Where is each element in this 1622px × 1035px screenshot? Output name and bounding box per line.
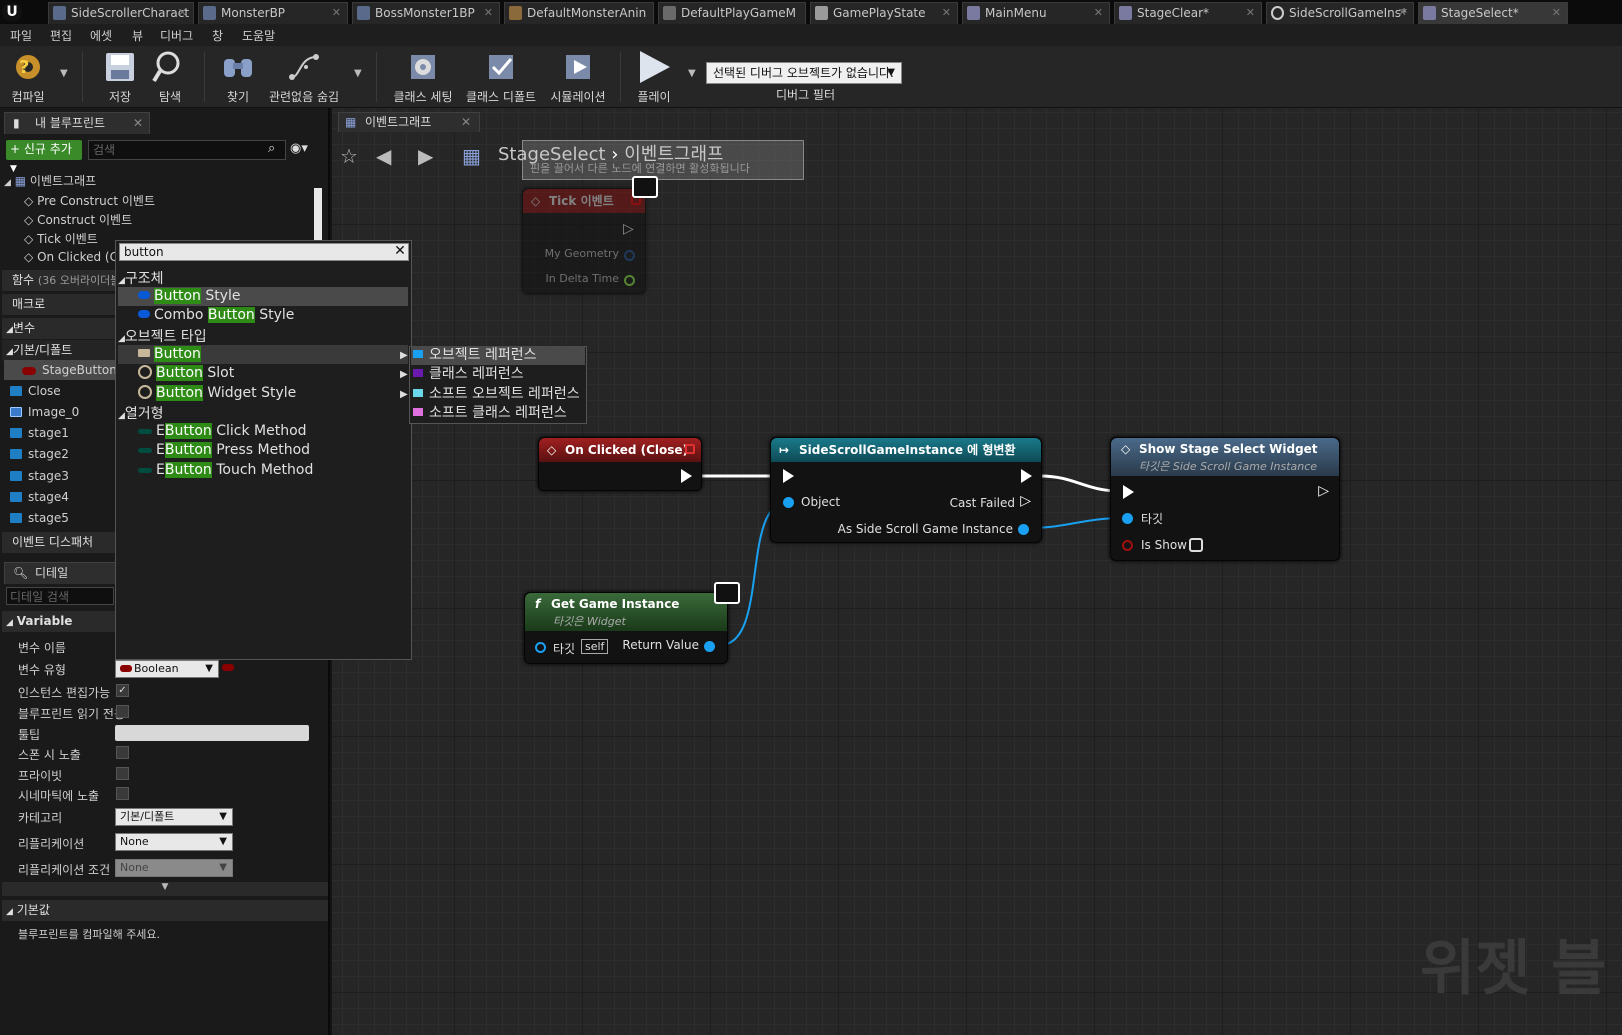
type-item-ebutton-click-method[interactable]: EButton Click Method — [138, 422, 307, 441]
enum-pin-icon — [138, 468, 152, 473]
category-enum[interactable]: ◢열거형 — [118, 403, 164, 423]
pin-cast-failed-label: Cast Failed — [949, 496, 1015, 510]
cast-icon: ↦ — [779, 443, 790, 457]
category-struct[interactable]: ◢구조체 — [118, 268, 164, 288]
node-show-stage-select-widget[interactable]: ◇ Show Stage Select Widget 타깃은 Side Scrol… — [1110, 437, 1340, 561]
class-ref-icon — [413, 369, 423, 377]
pin-is-show-label: Is Show — [1141, 538, 1187, 552]
event-icon: ◇ — [547, 443, 557, 457]
node-tick-event[interactable]: ◇ Tick 이벤트 ▷ My Geometry In Delta Time — [522, 188, 646, 294]
exec-out-pin-icon[interactable]: ▷ — [1020, 493, 1031, 509]
object-in-pin[interactable] — [783, 497, 794, 508]
category-object-types[interactable]: ◢오브젝트 타입 — [118, 326, 207, 346]
return-value-out-pin[interactable] — [704, 641, 715, 652]
exec-out-pin[interactable] — [681, 469, 692, 483]
type-item-button[interactable]: Button — [118, 345, 408, 364]
pin-target-label: 타깃 — [553, 642, 576, 656]
node-on-clicked-close[interactable]: ◇ On Clicked (Close) — [538, 437, 702, 491]
exec-out-pin-icon[interactable]: ▷ — [1318, 483, 1329, 499]
exec-in-pin[interactable] — [1123, 485, 1134, 499]
function-icon: f — [535, 597, 541, 611]
submenu-soft-class-reference[interactable]: 소프트 클래스 레퍼런스 — [411, 404, 567, 423]
enum-pin-icon — [138, 448, 152, 453]
object-out-pin[interactable] — [1018, 524, 1029, 535]
self-input[interactable]: self — [581, 639, 609, 654]
target-in-pin[interactable] — [1122, 513, 1133, 524]
node-header: ◇ Tick 이벤트 — [523, 189, 645, 213]
close-icon[interactable]: ✕ — [392, 242, 408, 260]
bool-in-pin[interactable] — [1122, 540, 1133, 551]
type-item-button-widget-style[interactable]: Button Widget Style — [138, 384, 296, 403]
node-header: ↦ SideScrollGameInstance 에 형변환 — [771, 438, 1041, 462]
event-icon: ◇ — [531, 194, 541, 208]
delegate-pin-icon[interactable] — [685, 444, 695, 454]
geometry-pin-icon[interactable] — [624, 250, 635, 261]
pin-as-instance-label: As Side Scroll Game Instance — [837, 522, 1013, 536]
submenu-object-reference[interactable]: 오브젝트 레퍼런스 — [411, 346, 585, 365]
chevron-right-icon: ▶ — [400, 389, 408, 400]
node-header: ◇ On Clicked (Close) — [539, 438, 701, 462]
monitor-icon — [714, 582, 740, 604]
exec-out-pin-icon: ▷ — [623, 221, 634, 237]
widget-class-icon — [138, 349, 150, 357]
struct-pin-icon — [138, 310, 150, 318]
editor-window: U SideScrollerCharact ✕ MonsterBP ✕ BossMo… — [0, 0, 1622, 1035]
type-item-button-slot[interactable]: Button Slot — [138, 364, 234, 383]
submenu-class-reference[interactable]: 클래스 레퍼런스 — [411, 365, 524, 384]
collapse-arrow-icon: ◢ — [118, 276, 125, 286]
enum-pin-icon — [138, 429, 152, 434]
chevron-right-icon: ▶ — [400, 350, 408, 361]
exec-in-pin[interactable] — [783, 469, 794, 483]
slot-class-icon — [138, 365, 152, 379]
type-item-button-style[interactable]: Button Style — [118, 287, 408, 306]
event-icon: ◇ — [1121, 442, 1131, 456]
node-cast-sidescrollgameinstance[interactable]: ↦ SideScrollGameInstance 에 형변환 Object Cas… — [770, 437, 1042, 543]
collapse-arrow-icon: ◢ — [118, 411, 125, 421]
pin-object-label: Object — [801, 495, 841, 509]
is-show-checkbox[interactable] — [1189, 538, 1203, 552]
object-ref-icon — [413, 350, 423, 358]
monitor-icon — [632, 176, 658, 198]
collapse-arrow-icon: ◢ — [118, 334, 125, 344]
pin-my-geometry: My Geometry — [544, 247, 619, 260]
target-in-pin[interactable] — [535, 642, 546, 653]
graph-watermark: 위젯 블 — [1420, 934, 1607, 1004]
pin-type-search-input[interactable]: button — [119, 243, 409, 261]
pin-in-delta-time: In Delta Time — [545, 272, 619, 285]
type-item-combo-button-style[interactable]: Combo Button Style — [138, 306, 294, 325]
type-item-ebutton-press-method[interactable]: EButton Press Method — [138, 441, 310, 460]
node-get-game-instance[interactable]: f Get Game Instance 타깃은 Widget 타깃 self Re… — [524, 592, 728, 664]
float-pin-icon[interactable] — [624, 275, 635, 286]
style-class-icon — [138, 385, 152, 399]
soft-object-ref-icon — [413, 389, 423, 397]
pin-return-value-label: Return Value — [622, 638, 699, 652]
struct-pin-icon — [138, 291, 150, 299]
pin-target-label: 타깃 — [1141, 512, 1164, 526]
chevron-right-icon: ▶ — [400, 369, 408, 380]
node-subtitle: 타깃은 Side Scroll Game Instance — [1139, 460, 1318, 473]
submenu-soft-object-reference[interactable]: 소프트 오브젝트 레퍼런스 — [411, 385, 580, 404]
node-subtitle: 타깃은 Widget — [553, 615, 626, 628]
soft-class-ref-icon — [413, 408, 423, 416]
exec-out-pin[interactable] — [1021, 469, 1032, 483]
type-item-ebutton-touch-method[interactable]: EButton Touch Method — [138, 461, 313, 480]
